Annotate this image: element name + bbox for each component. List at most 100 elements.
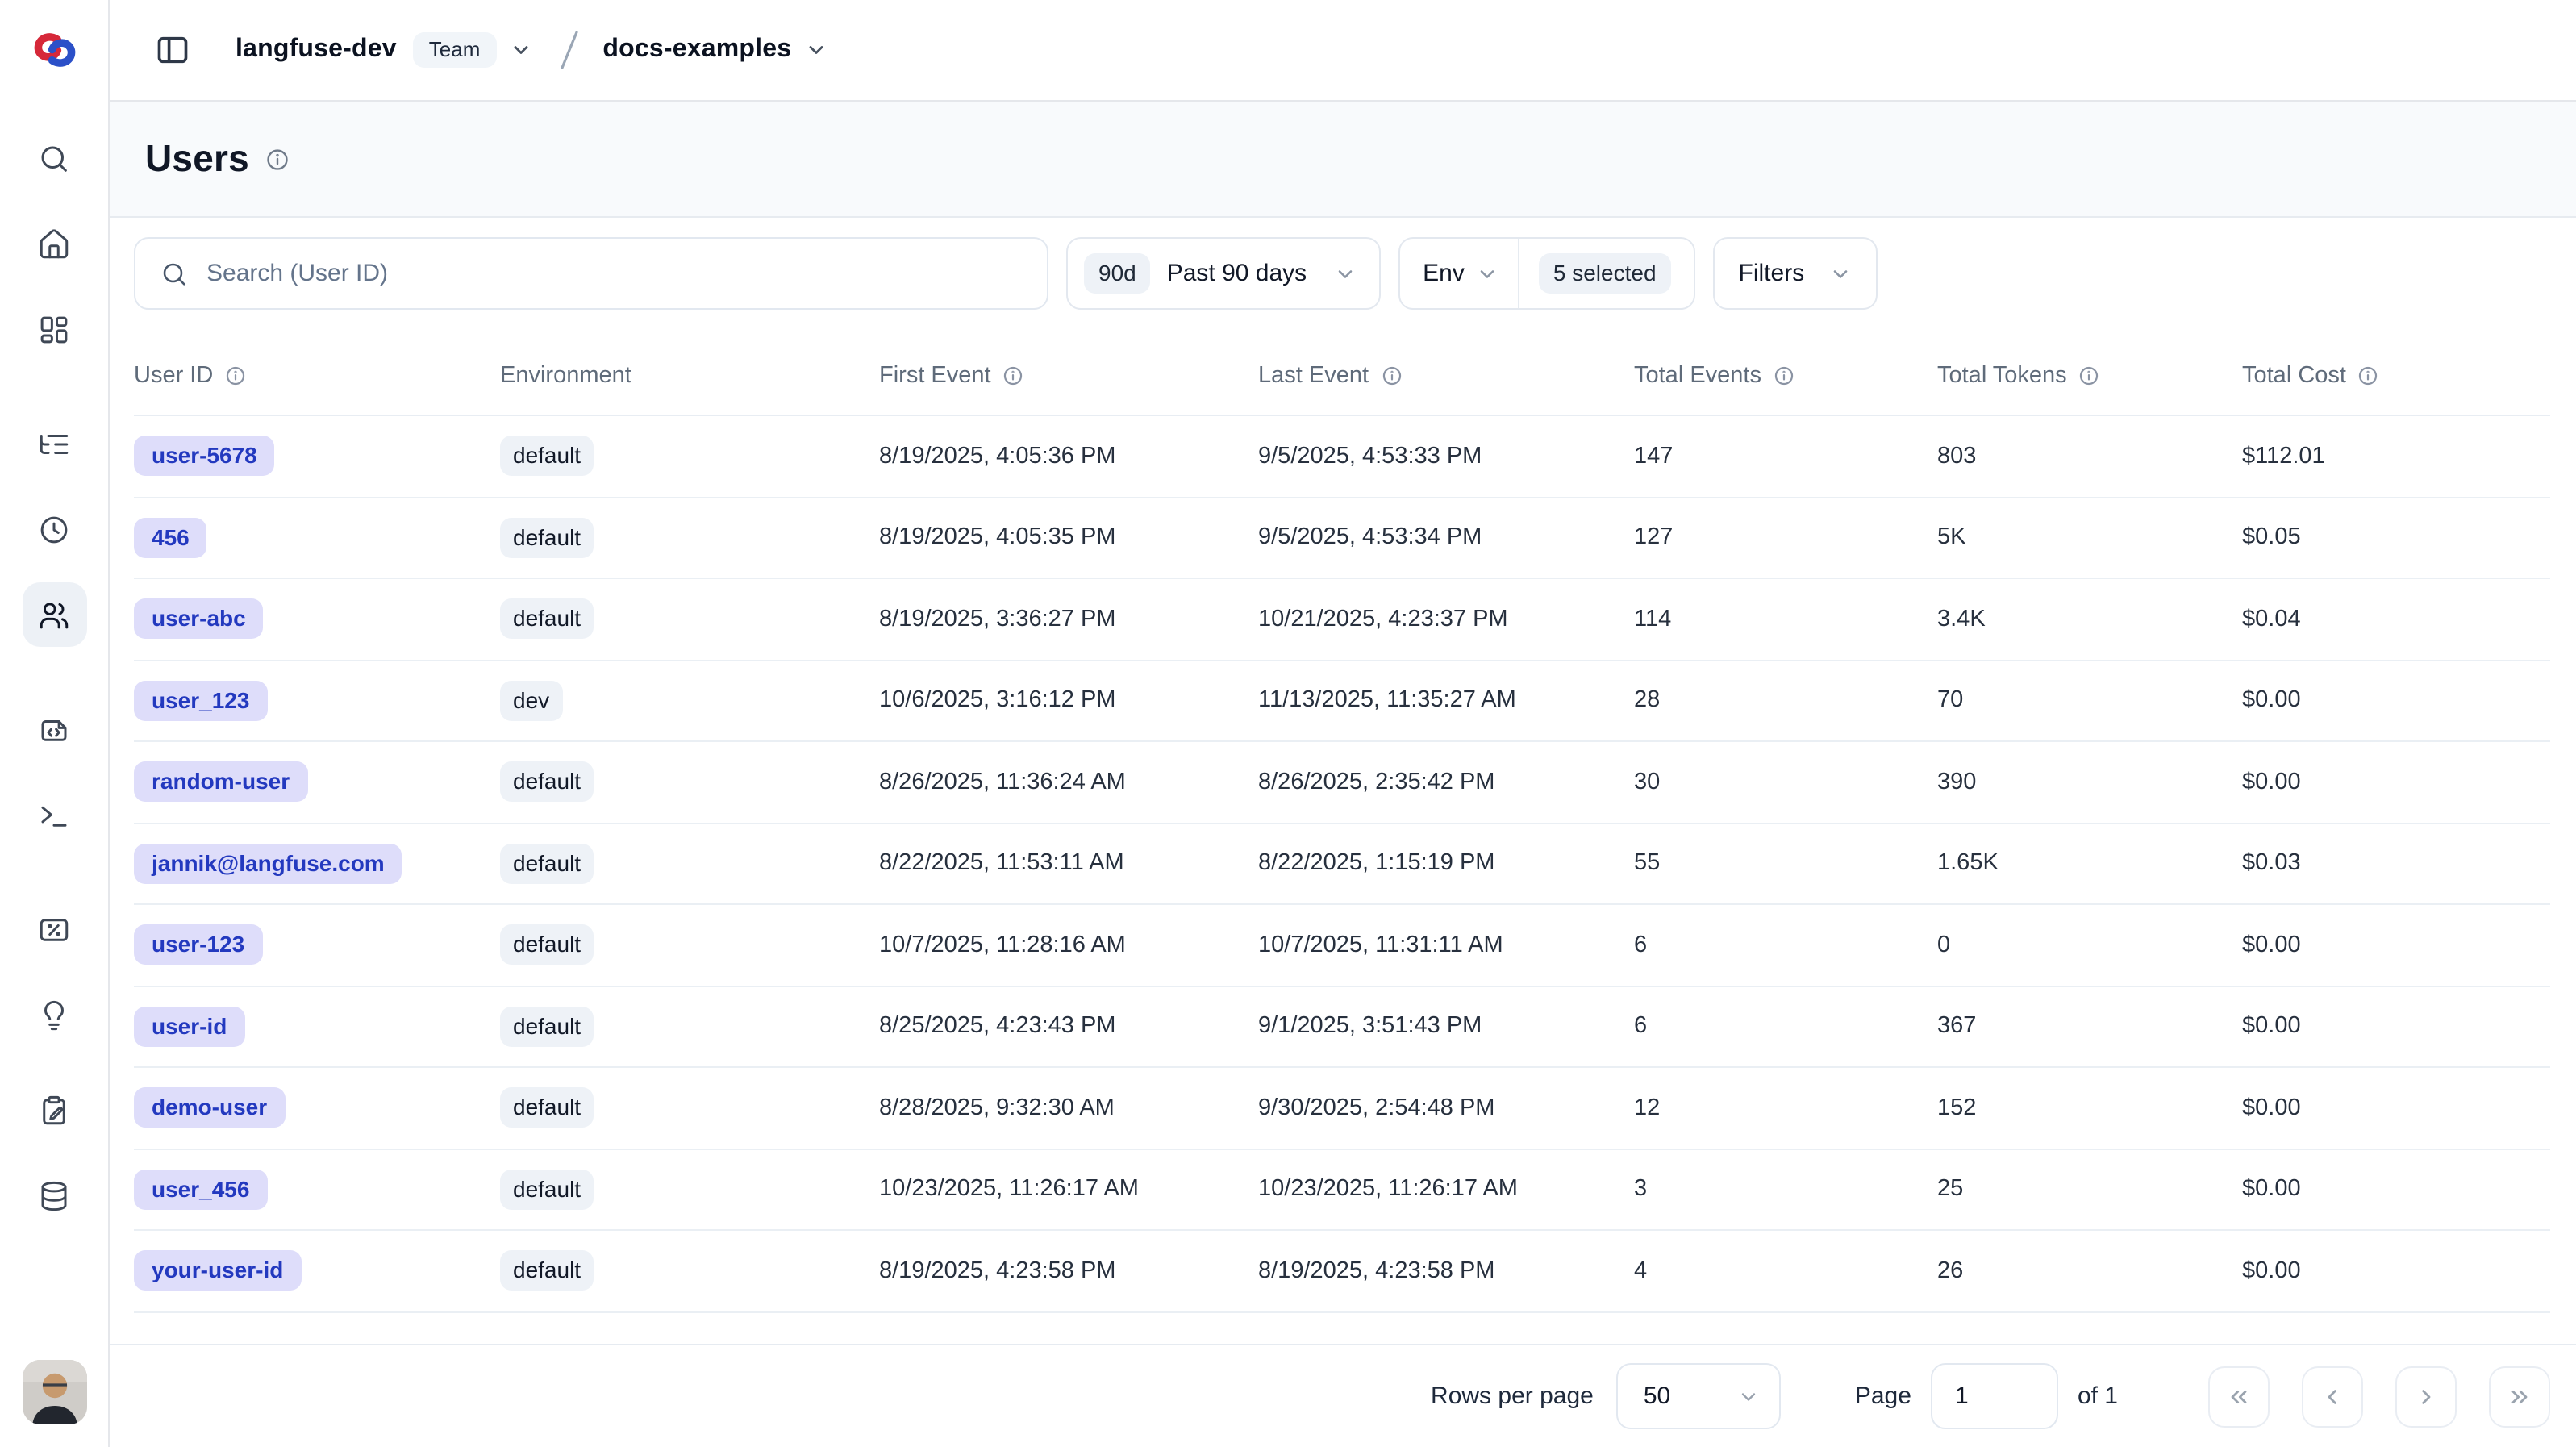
search-icon (160, 259, 189, 288)
breadcrumb-separator (557, 27, 580, 73)
user-id-badge[interactable]: random-user (134, 762, 307, 803)
first-page-button[interactable] (2208, 1366, 2270, 1427)
user-id-badge[interactable]: 456 (134, 518, 207, 558)
user-avatar[interactable] (22, 1360, 86, 1424)
sidebar-item-annotation[interactable] (22, 1078, 86, 1142)
sidebar (0, 0, 110, 1447)
environment-cell: default (500, 762, 879, 803)
environment-filter-button[interactable]: Env 5 selected (1398, 237, 1694, 310)
next-page-button[interactable] (2395, 1366, 2457, 1427)
user-id-badge[interactable]: your-user-id (134, 1251, 301, 1291)
date-range-label: Past 90 days (1167, 260, 1307, 287)
table-row[interactable]: user-5678 default 8/19/2025, 4:05:36 PM … (134, 416, 2550, 498)
org-switcher[interactable] (509, 39, 531, 61)
info-icon[interactable] (1380, 364, 1403, 386)
table-row[interactable]: jannik@langfuse.com default 8/22/2025, 1… (134, 824, 2550, 905)
user-id-badge[interactable]: demo-user (134, 1088, 285, 1128)
table-row[interactable]: user-id default 8/25/2025, 4:23:43 PM 9/… (134, 986, 2550, 1068)
pagination-buttons (2208, 1366, 2550, 1427)
pagination-bar: Rows per page 50 Page of 1 (110, 1344, 2576, 1447)
table-row[interactable]: user_123 dev 10/6/2025, 3:16:12 PM 11/13… (134, 661, 2550, 742)
sidebar-item-datasets[interactable] (22, 1163, 86, 1228)
sidebar-toggle-button[interactable] (148, 26, 197, 74)
total-events-cell: 6 (1634, 932, 1937, 958)
sidebar-item-evals[interactable] (22, 982, 86, 1047)
sidebar-item-sessions[interactable] (22, 497, 86, 561)
first-event-cell: 8/19/2025, 4:05:35 PM (879, 525, 1258, 551)
page-count-label: of 1 (2078, 1382, 2118, 1410)
org-name: langfuse-dev (236, 35, 397, 65)
environment-badge: default (500, 1007, 594, 1047)
environment-badge: default (500, 1251, 594, 1291)
user-id-cell: 456 (134, 518, 500, 558)
previous-page-button[interactable] (2302, 1366, 2363, 1427)
user-id-badge[interactable]: user_123 (134, 681, 267, 721)
info-icon[interactable] (1773, 364, 1795, 386)
sidebar-item-dashboards[interactable] (22, 297, 86, 361)
total-cost-cell: $0.00 (2242, 1014, 2550, 1040)
content: 90d Past 90 days Env 5 selected Filters (110, 218, 2576, 1447)
first-event-cell: 10/23/2025, 11:26:17 AM (879, 1177, 1258, 1203)
chevron-down-icon (1334, 262, 1357, 285)
user-id-badge[interactable]: user-5678 (134, 436, 275, 477)
table-header-row: User ID Environment First Event Last Eve… (134, 336, 2550, 416)
environment-cell: default (500, 1088, 879, 1128)
chevron-left-icon (2320, 1383, 2345, 1409)
sidebar-item-home[interactable] (22, 211, 86, 276)
first-event-cell: 8/19/2025, 4:05:36 PM (879, 444, 1258, 469)
user-id-badge[interactable]: user-id (134, 1007, 244, 1047)
database-icon (37, 1178, 71, 1212)
sidebar-item-users[interactable] (22, 582, 86, 647)
clipboard-pen-icon (37, 1093, 71, 1127)
table-row[interactable]: random-user default 8/26/2025, 11:36:24 … (134, 742, 2550, 824)
environment-cell: dev (500, 681, 879, 721)
search-box (134, 237, 1048, 310)
total-events-cell: 147 (1634, 444, 1937, 469)
total-tokens-cell: 70 (1937, 688, 2242, 714)
lightbulb-icon (37, 998, 71, 1032)
info-icon (265, 146, 291, 172)
col-header-total-events: Total Events (1634, 362, 1937, 388)
user-id-cell: demo-user (134, 1088, 500, 1128)
info-icon[interactable] (1002, 364, 1025, 386)
first-event-cell: 8/19/2025, 3:36:27 PM (879, 607, 1258, 632)
chevron-right-icon (2413, 1383, 2439, 1409)
table-row[interactable]: demo-user default 8/28/2025, 9:32:30 AM … (134, 1068, 2550, 1149)
last-page-button[interactable] (2489, 1366, 2550, 1427)
sidebar-item-search[interactable] (22, 126, 86, 190)
table-row[interactable]: 456 default 8/19/2025, 4:05:35 PM 9/5/20… (134, 498, 2550, 579)
user-id-cell: user_456 (134, 1170, 500, 1210)
user-id-cell: your-user-id (134, 1251, 500, 1291)
project-switcher[interactable] (804, 39, 827, 61)
sidebar-item-prompts[interactable] (22, 697, 86, 761)
filters-button[interactable]: Filters (1713, 237, 1878, 310)
user-id-badge[interactable]: jannik@langfuse.com (134, 844, 402, 884)
info-icon[interactable] (2357, 364, 2380, 386)
last-event-cell: 9/5/2025, 4:53:34 PM (1258, 525, 1634, 551)
search-icon (37, 141, 71, 175)
total-events-cell: 55 (1634, 851, 1937, 877)
date-range-button[interactable]: 90d Past 90 days (1066, 237, 1381, 310)
user-id-badge[interactable]: user-abc (134, 599, 264, 640)
page-number-input[interactable] (1931, 1363, 2058, 1429)
search-input[interactable] (206, 260, 1047, 287)
table-row[interactable]: user-123 default 10/7/2025, 11:28:16 AM … (134, 905, 2550, 986)
first-event-cell: 8/25/2025, 4:23:43 PM (879, 1014, 1258, 1040)
table-row[interactable]: user_456 default 10/23/2025, 11:26:17 AM… (134, 1149, 2550, 1231)
total-events-cell: 4 (1634, 1258, 1937, 1284)
rows-per-page-select[interactable]: 50 (1616, 1363, 1781, 1429)
user-id-badge[interactable]: user-123 (134, 925, 262, 965)
user-id-badge[interactable]: user_456 (134, 1170, 267, 1210)
sidebar-item-tracing[interactable] (22, 411, 86, 476)
sidebar-item-playground[interactable] (22, 782, 86, 847)
info-icon[interactable] (224, 364, 247, 386)
table-row[interactable]: your-user-id default 8/19/2025, 4:23:58 … (134, 1231, 2550, 1312)
page-title-info-icon[interactable] (265, 146, 291, 172)
environment-cell: default (500, 1007, 879, 1047)
page-title: Users (145, 137, 249, 181)
sidebar-item-scores[interactable] (22, 897, 86, 961)
info-icon[interactable] (2078, 364, 2101, 386)
chevron-down-icon (804, 39, 827, 61)
table-row[interactable]: user-abc default 8/19/2025, 3:36:27 PM 1… (134, 579, 2550, 661)
environment-cell: default (500, 599, 879, 640)
